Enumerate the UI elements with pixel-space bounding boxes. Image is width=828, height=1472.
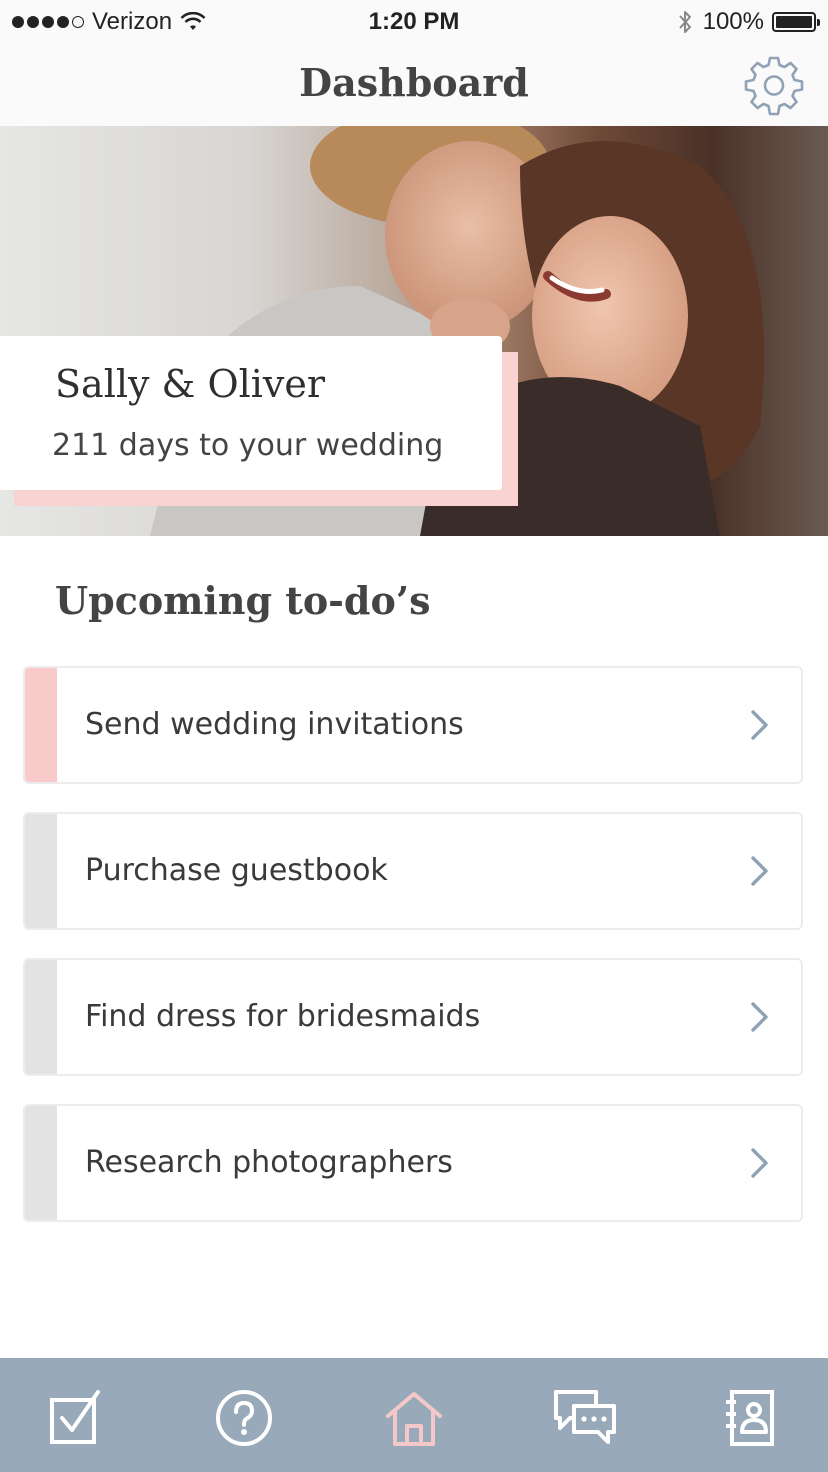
todo-accent <box>25 960 57 1074</box>
todo-label: Find dress for bridesmaids <box>85 999 481 1034</box>
todo-accent <box>25 668 57 782</box>
contacts-icon <box>726 1390 774 1446</box>
todo-item-send-invitations[interactable]: Send wedding invitations <box>23 666 803 784</box>
todo-accent <box>25 1106 57 1220</box>
tab-home[interactable] <box>382 1386 446 1450</box>
tab-contacts[interactable] <box>720 1386 784 1450</box>
tab-messages[interactable] <box>552 1386 616 1450</box>
settings-button[interactable] <box>742 54 806 118</box>
checklist-icon <box>50 1390 100 1444</box>
todo-item-research-photographers[interactable]: Research photographers <box>23 1104 803 1222</box>
todo-item-purchase-guestbook[interactable]: Purchase guestbook <box>23 812 803 930</box>
todo-item-find-dress[interactable]: Find dress for bridesmaids <box>23 958 803 1076</box>
chevron-right-icon <box>751 856 768 886</box>
section-title: Upcoming to-do’s <box>55 578 431 623</box>
status-right: 100% <box>677 8 820 36</box>
status-bar: Verizon 1:20 PM 100% <box>0 0 828 44</box>
todo-accent <box>25 814 57 928</box>
todo-label: Send wedding invitations <box>85 707 464 742</box>
gear-icon <box>744 56 804 116</box>
home-icon <box>386 1392 442 1446</box>
chevron-right-icon <box>751 1002 768 1032</box>
navigation-bar: Dashboard <box>0 44 828 126</box>
tab-bar <box>0 1358 828 1472</box>
tab-checklist[interactable] <box>42 1386 106 1450</box>
battery-percentage: 100% <box>702 8 764 35</box>
couple-card <box>0 336 502 490</box>
help-icon <box>216 1390 272 1446</box>
couple-names: Sally & Oliver <box>55 362 326 406</box>
todo-label: Purchase guestbook <box>85 853 388 888</box>
page-title: Dashboard <box>299 60 529 105</box>
todo-label: Research photographers <box>85 1145 453 1180</box>
wedding-countdown: 211 days to your wedding <box>52 428 444 463</box>
battery-icon <box>772 12 820 32</box>
bluetooth-icon <box>678 11 691 33</box>
chevron-right-icon <box>751 1148 768 1178</box>
messages-icon <box>554 1390 616 1444</box>
chevron-right-icon <box>751 710 768 740</box>
tab-help[interactable] <box>212 1386 276 1450</box>
